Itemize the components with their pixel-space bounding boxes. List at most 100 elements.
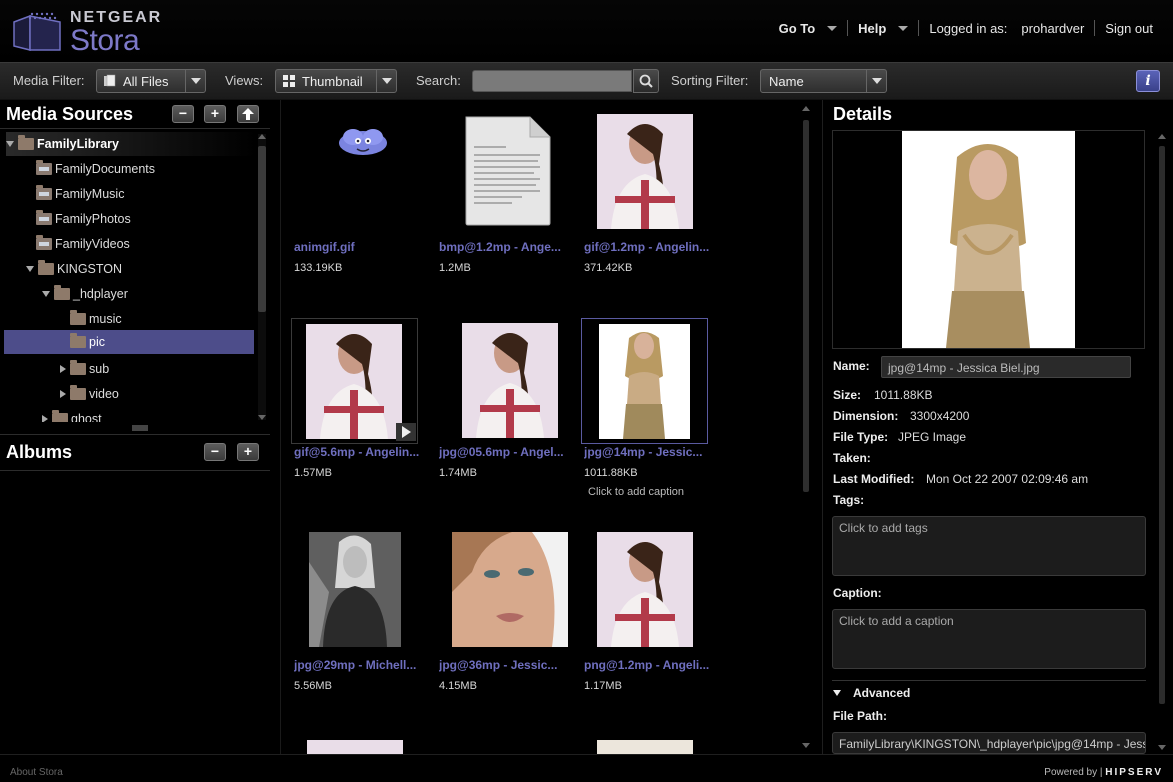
photo-thumbnail-icon — [599, 324, 690, 439]
logged-in-label: Logged in as: — [929, 20, 1008, 36]
tree-item-ghost[interactable]: ghost — [42, 407, 102, 422]
file-tile[interactable]: png@1.2mp - Angeli... 1.17MB — [571, 518, 709, 718]
name-field[interactable]: jpg@14mp - Jessica Biel.jpg — [881, 356, 1131, 378]
grid-view-icon — [283, 75, 295, 87]
app-header: NETGEAR Stora Go To Help Logged in as: pr… — [0, 0, 1173, 62]
about-link[interactable]: About Stora — [10, 767, 63, 778]
document-icon — [465, 116, 551, 226]
play-icon[interactable] — [396, 423, 416, 441]
sorting-filter-dropdown[interactable]: Name — [760, 69, 887, 93]
views-dropdown[interactable]: Thumbnail — [275, 69, 397, 93]
scroll-up-icon[interactable] — [1158, 134, 1166, 139]
scroll-down-icon[interactable] — [258, 415, 266, 420]
file-size: 1.57MB — [294, 467, 332, 479]
chevron-down-icon — [376, 70, 396, 92]
photo-thumbnail-partial[interactable] — [597, 740, 693, 754]
tree-item-sub[interactable]: sub — [60, 357, 109, 381]
file-tile[interactable]: gif@1.2mp - Angelin... 371.42KB — [571, 100, 709, 300]
file-thumbnail — [291, 531, 411, 649]
file-tile[interactable]: animgif.gif 133.19KB — [281, 100, 411, 300]
scrollbar-thumb[interactable] — [1159, 146, 1165, 704]
scrollbar-thumb[interactable] — [258, 146, 266, 312]
collapse-icon — [60, 365, 66, 373]
file-name[interactable]: jpg@14mp - Jessic... — [584, 445, 709, 459]
resize-handle-icon[interactable] — [132, 425, 148, 431]
file-name[interactable]: jpg@05.6mp - Angel... — [439, 445, 564, 459]
file-name[interactable]: jpg@36mp - Jessic... — [439, 658, 564, 672]
sorting-filter-label: Sorting Filter: — [671, 73, 749, 88]
divider — [0, 128, 270, 129]
advanced-label: Advanced — [853, 686, 911, 700]
file-name[interactable]: png@1.2mp - Angeli... — [584, 658, 709, 672]
tags-input[interactable]: Click to add tags — [832, 516, 1146, 576]
arrow-up-icon — [242, 108, 254, 120]
search-button[interactable] — [633, 69, 659, 93]
filepath-field[interactable]: FamilyLibrary\KINGSTON\_hdplayer\pic\jpg… — [832, 732, 1146, 754]
views-label: Views: — [225, 73, 264, 88]
file-tile[interactable]: jpg@29mp - Michell... 5.56MB — [281, 518, 416, 718]
image-preview[interactable] — [832, 130, 1145, 349]
add-album-button[interactable]: + — [237, 443, 259, 461]
info-button[interactable]: i — [1136, 70, 1160, 92]
dimension-label: Dimension: — [833, 409, 899, 423]
tree-item-familydocuments[interactable]: FamilyDocuments — [36, 157, 155, 181]
goto-menu[interactable]: Go To — [769, 21, 848, 36]
folder-icon — [70, 333, 86, 348]
scroll-down-icon[interactable] — [802, 743, 810, 748]
help-menu[interactable]: Help — [848, 21, 918, 36]
add-source-button[interactable]: + — [204, 105, 226, 123]
tree-item-video[interactable]: video — [60, 382, 119, 406]
folder-icon — [18, 135, 34, 150]
shared-folder-icon — [36, 185, 52, 200]
file-size: 1.17MB — [584, 680, 622, 692]
modified-label: Last Modified: — [833, 472, 915, 486]
scrollbar-thumb[interactable] — [803, 120, 809, 492]
signout-link[interactable]: Sign out — [1095, 21, 1163, 36]
photo-thumbnail-partial[interactable] — [307, 740, 403, 754]
caption-input[interactable]: Click to add a caption — [832, 609, 1146, 669]
file-name[interactable]: gif@1.2mp - Angelin... — [584, 240, 709, 254]
scroll-up-icon[interactable] — [258, 134, 266, 139]
file-tile-selected[interactable]: jpg@14mp - Jessic... 1011.88KB Click to … — [571, 305, 708, 505]
file-tile[interactable]: jpg@05.6mp - Angel... 1.74MB — [426, 305, 564, 505]
tree-item-familyphotos[interactable]: FamilyPhotos — [36, 207, 131, 231]
file-name[interactable]: gif@5.6mp - Angelin... — [294, 445, 419, 459]
remove-album-button[interactable]: − — [204, 443, 226, 461]
details-scrollbar[interactable] — [1157, 130, 1167, 750]
divider — [0, 434, 270, 435]
file-tile[interactable]: jpg@36mp - Jessic... 4.15MB — [426, 518, 568, 718]
tree-scrollbar[interactable] — [258, 134, 266, 420]
scroll-down-icon[interactable] — [1158, 745, 1166, 750]
file-tile[interactable]: gif@5.6mp - Angelin... 1.57MB — [281, 305, 419, 505]
grid-scrollbar[interactable] — [801, 104, 811, 750]
filter-toolbar: Media Filter: All Files Views: Thumbnail… — [0, 62, 1173, 100]
add-caption-link[interactable]: Click to add caption — [588, 486, 684, 498]
expand-icon — [6, 141, 14, 147]
folder-icon — [54, 285, 70, 300]
remove-source-button[interactable]: − — [172, 105, 194, 123]
file-name[interactable]: bmp@1.2mp - Ange... — [439, 240, 564, 254]
file-tile[interactable]: bmp@1.2mp - Ange... 1.2MB — [426, 100, 561, 300]
file-thumbnail — [581, 318, 708, 444]
file-name[interactable]: jpg@29mp - Michell... — [294, 658, 419, 672]
tree-item-hdplayer[interactable]: _hdplayer — [42, 282, 128, 306]
netgear-stora-logo[interactable]: NETGEAR Stora — [10, 8, 180, 57]
scroll-up-icon[interactable] — [802, 106, 810, 111]
tree-item-familyvideos[interactable]: FamilyVideos — [36, 232, 130, 256]
tree-item-music[interactable]: music — [70, 307, 122, 331]
brand-name: Stora — [70, 24, 140, 57]
views-value: Thumbnail — [302, 74, 363, 89]
tree-item-familymusic[interactable]: FamilyMusic — [36, 182, 124, 206]
search-input[interactable] — [472, 70, 632, 92]
file-name[interactable]: animgif.gif — [294, 240, 419, 254]
file-thumbnail — [436, 113, 556, 231]
footer: About Stora Powered by | HIPSERV — [0, 754, 1173, 782]
advanced-toggle[interactable]: Advanced — [833, 686, 910, 700]
file-thumbnail — [291, 113, 411, 231]
tree-item-familylibrary[interactable]: FamilyLibrary — [6, 132, 256, 156]
tree-item-pic[interactable]: pic — [4, 330, 254, 354]
tree-item-kingston[interactable]: KINGSTON — [26, 257, 122, 281]
media-filter-dropdown[interactable]: All Files — [96, 69, 206, 93]
up-source-button[interactable] — [237, 105, 259, 123]
powered-by: Powered by | HIPSERV — [1044, 767, 1163, 778]
